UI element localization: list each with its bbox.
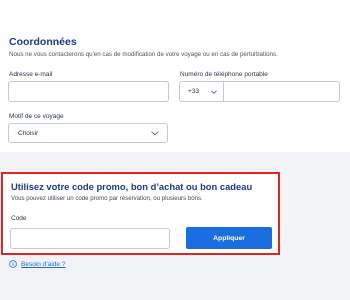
chevron-down-icon xyxy=(211,89,217,95)
help-link-row[interactable]: Besoin d’aide ? xyxy=(9,260,65,268)
help-link[interactable]: Besoin d’aide ? xyxy=(21,261,65,268)
promo-code-input[interactable] xyxy=(10,228,170,249)
apply-button[interactable]: Appliquer xyxy=(186,227,272,249)
promo-code-section: Utilisez votre code promo, bon d’achat o… xyxy=(1,172,280,255)
dial-code-select[interactable]: +33 xyxy=(180,82,224,101)
phone-label: Numéro de téléphone portable xyxy=(180,71,268,78)
contact-section: Coordonnées Nous ne vous contacterons qu… xyxy=(0,0,350,152)
info-icon xyxy=(9,260,17,268)
trip-reason-label: Motif de ce voyage xyxy=(9,113,64,120)
email-label: Adresse e-mail xyxy=(9,71,53,78)
promo-description: Vous pouvez utiliser un code promo par r… xyxy=(11,195,203,202)
email-field[interactable] xyxy=(8,81,169,102)
trip-reason-select[interactable]: Choisir xyxy=(8,123,168,143)
code-label: Code xyxy=(11,215,27,222)
phone-field-group: +33 xyxy=(179,81,340,102)
chevron-down-icon xyxy=(151,130,159,136)
dial-code-value: +33 xyxy=(188,88,200,95)
trip-reason-value: Choisir xyxy=(18,129,39,137)
contact-subtitle: Nous ne vous contacterons qu'en cas de m… xyxy=(9,51,278,58)
promo-title: Utilisez votre code promo, bon d’achat o… xyxy=(11,181,253,192)
phone-number-input[interactable] xyxy=(224,82,339,101)
contact-title: Coordonnées xyxy=(9,36,77,48)
